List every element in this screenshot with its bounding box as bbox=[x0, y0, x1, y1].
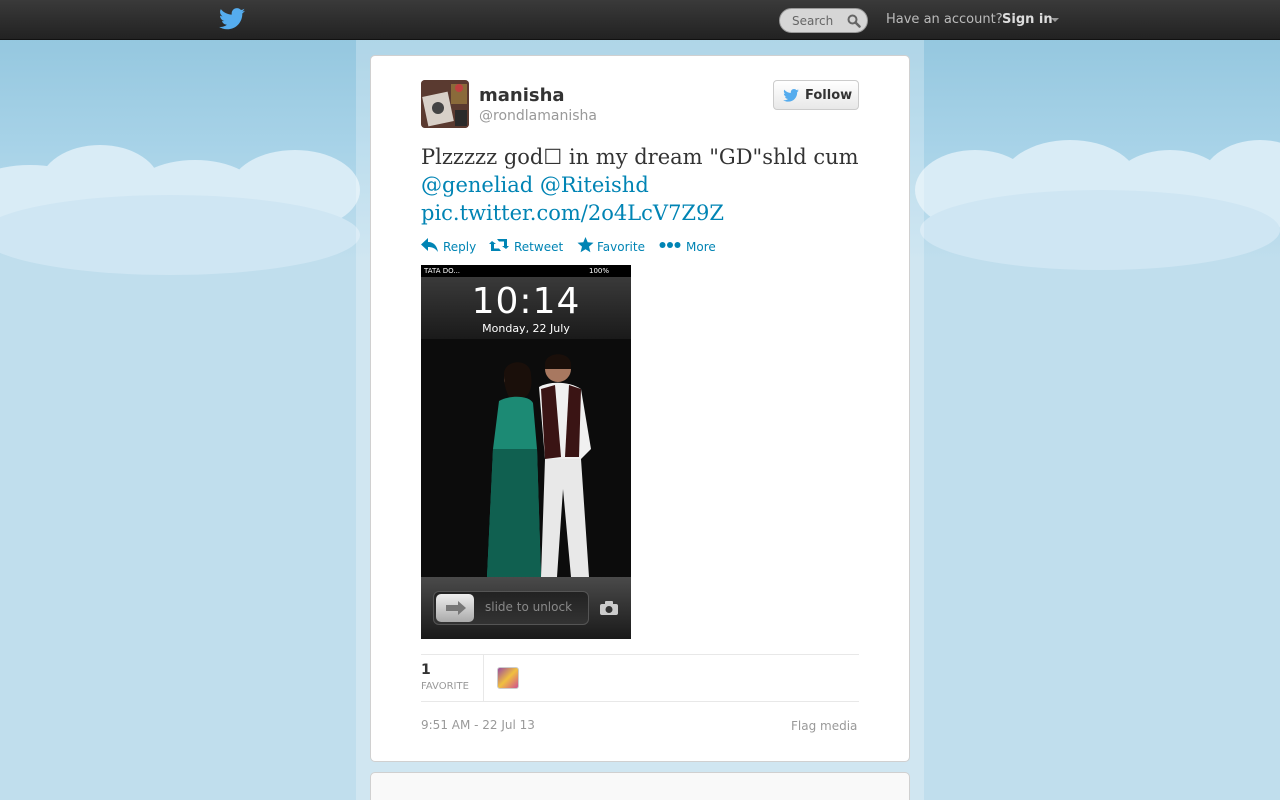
tweet-photo[interactable]: TATA DO... 100% 10:14 Monday, 22 July sl… bbox=[421, 265, 631, 639]
stats-separator bbox=[483, 655, 484, 701]
chevron-down-icon[interactable] bbox=[1051, 18, 1059, 22]
slide-knob bbox=[436, 594, 474, 622]
follow-label: Follow bbox=[805, 88, 853, 103]
couple-photo-icon bbox=[421, 339, 631, 577]
replies-card bbox=[370, 772, 910, 800]
have-account-text: Have an account? bbox=[886, 12, 1003, 27]
tweet-timestamp[interactable]: 9:51 AM - 22 Jul 13 bbox=[421, 718, 535, 732]
search-box bbox=[779, 8, 868, 33]
user-avatar[interactable] bbox=[421, 80, 469, 128]
user-handle[interactable]: @rondlamanisha bbox=[479, 108, 597, 124]
mention-link[interactable]: @Riteishd bbox=[540, 173, 649, 197]
retweet-label: Retweet bbox=[514, 240, 564, 254]
divider bbox=[421, 654, 859, 655]
reply-label: Reply bbox=[443, 240, 477, 254]
tweet-text: Plzzzzz god☐ in my dream "GD"shld cum @g… bbox=[421, 143, 861, 227]
retweet-icon bbox=[489, 239, 509, 251]
favorites-count[interactable]: 1 bbox=[421, 662, 431, 678]
reply-icon bbox=[421, 238, 438, 252]
twitter-bird-icon[interactable] bbox=[219, 8, 245, 30]
search-icon[interactable] bbox=[847, 14, 861, 28]
favorites-label: FAVORITE bbox=[421, 681, 469, 692]
favorite-label: Favorite bbox=[597, 240, 645, 254]
carrier-text: TATA DO... bbox=[424, 267, 461, 275]
battery-text: 100% bbox=[589, 267, 610, 275]
slide-to-unlock-text: slide to unlock bbox=[485, 600, 573, 614]
sign-in-link[interactable]: Sign in bbox=[1002, 12, 1053, 27]
phone-status-bar: TATA DO... 100% bbox=[421, 265, 631, 277]
favoriter-avatar[interactable] bbox=[497, 667, 519, 689]
camera-icon bbox=[600, 601, 618, 615]
more-label: More bbox=[686, 240, 716, 254]
twitter-bird-icon bbox=[783, 89, 799, 102]
lock-date: Monday, 22 July bbox=[482, 322, 570, 335]
more-dots-icon bbox=[659, 242, 681, 248]
lock-time: 10:14 bbox=[471, 281, 581, 322]
follow-button[interactable]: Follow bbox=[773, 80, 859, 110]
user-display-name[interactable]: manisha bbox=[479, 85, 565, 106]
top-navigation-bar: Have an account? Sign in bbox=[0, 0, 1280, 40]
search-input[interactable] bbox=[780, 9, 846, 32]
tweet-body: Plzzzzz god☐ in my dream "GD"shld cum bbox=[421, 145, 859, 169]
arrow-right-icon bbox=[446, 601, 466, 615]
flag-media-link[interactable]: Flag media bbox=[791, 719, 857, 733]
mention-link[interactable]: @geneliad bbox=[421, 173, 533, 197]
divider bbox=[421, 701, 859, 702]
star-icon bbox=[577, 237, 594, 253]
media-link[interactable]: pic.twitter.com/2o4LcV7Z9Z bbox=[421, 201, 724, 225]
avatar-image-icon bbox=[421, 80, 469, 128]
